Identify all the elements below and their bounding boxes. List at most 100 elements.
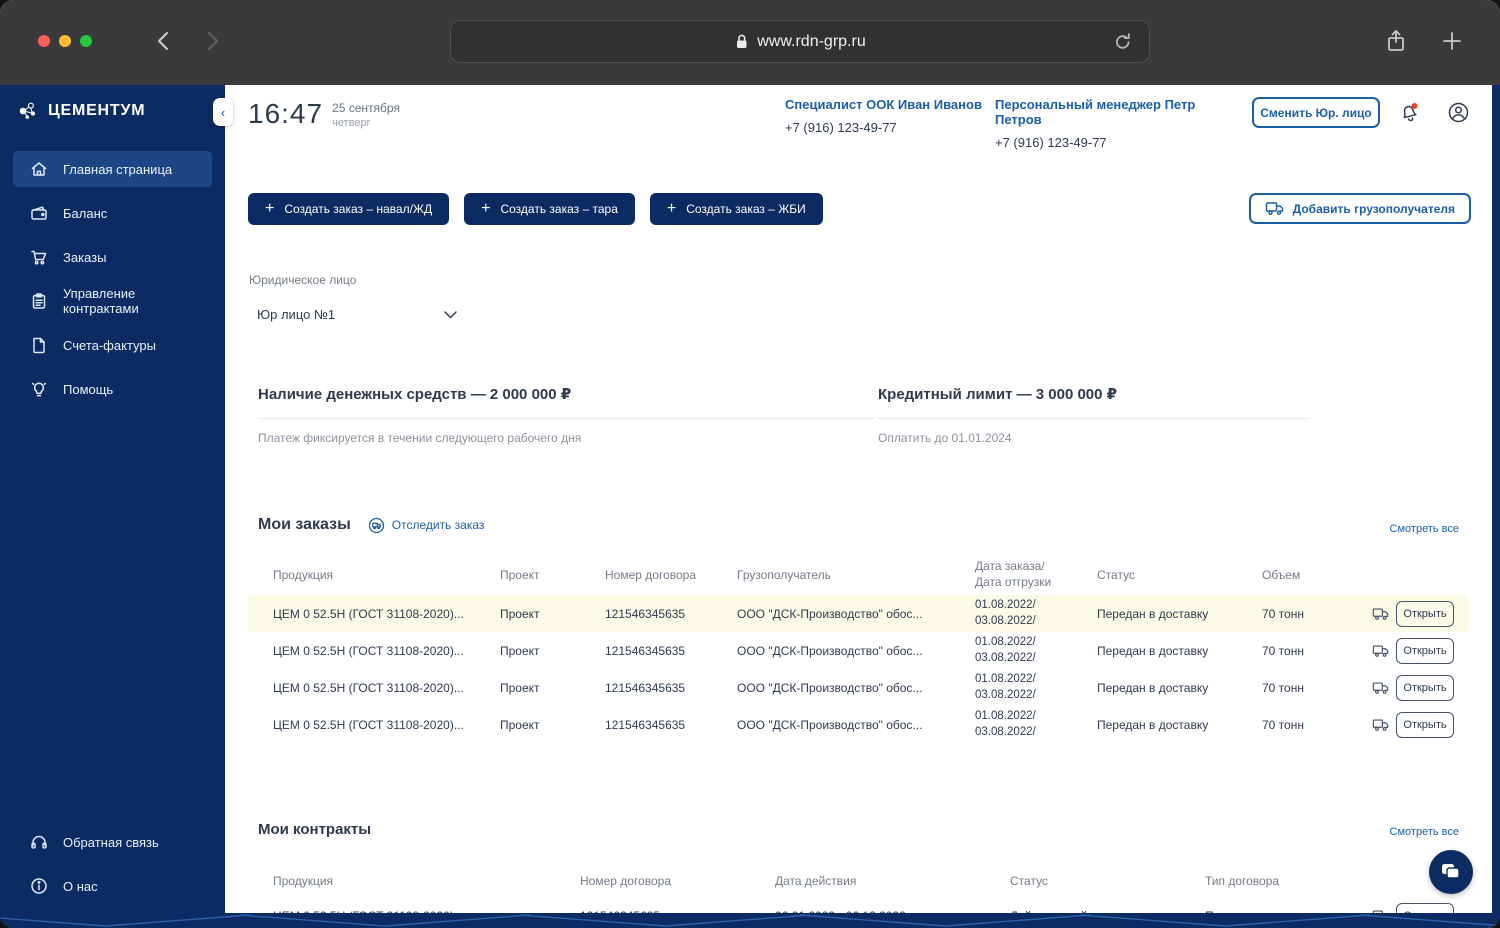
button-label: Создать заказ – тара (500, 202, 618, 216)
page: ЦЕМЕНТУМ ‹ Главная страница Баланс Заказ… (0, 85, 1500, 928)
sidebar-item-help[interactable]: Помощь (13, 371, 212, 407)
sidebar-collapse-button[interactable]: ‹ (213, 98, 233, 126)
order-row[interactable]: ЦЕМ 0 52.5Н (ГОСТ 31108-2020)... Проект … (248, 669, 1469, 706)
cell-consignee: ООО "ДСК-Производство" обос... (737, 680, 923, 695)
cell-product: ЦЕМ 0 52.5Н (ГОСТ 31108-2020)... (273, 717, 464, 732)
create-order-concrete-button[interactable]: + Создать заказ – ЖБИ (649, 193, 823, 225)
orders-table-header: Продукция Проект Номер договора Грузопол… (248, 555, 1469, 595)
legal-entity-label: Юридическое лицо (249, 273, 357, 287)
cell-dates: 01.08.2022/03.08.2022/ (975, 709, 1036, 738)
refresh-icon[interactable] (1111, 30, 1135, 59)
sidebar-item-balance[interactable]: Баланс (13, 195, 212, 231)
button-label: Создать заказ – ЖБИ (686, 202, 806, 216)
cell-consignee: ООО "ДСК-Производство" обос... (737, 717, 923, 732)
browser-window: www.rdn-grp.ru ЦЕМЕНТУМ ‹ Главная страни… (0, 0, 1500, 928)
new-tab-icon[interactable] (1440, 28, 1464, 59)
cell-consignee: ООО "ДСК-Производство" обос... (737, 606, 923, 621)
open-order-button[interactable]: Открыть (1396, 600, 1454, 627)
col-period: Дата действия (775, 874, 857, 888)
col-status: Статус (1097, 568, 1135, 582)
cell-project: Проект (500, 680, 540, 695)
close-window-button[interactable] (38, 35, 50, 47)
sidebar-item-orders[interactable]: Заказы (13, 239, 212, 275)
sidebar-item-contract-management[interactable]: Управление контрактами (13, 283, 212, 319)
open-order-button[interactable]: Открыть (1396, 711, 1454, 738)
share-icon[interactable] (1384, 28, 1408, 59)
orders-section-header: Мои заказы Отследить заказ (258, 516, 484, 534)
plus-icon: + (481, 199, 491, 217)
cell-volume: 70 тонн (1262, 680, 1304, 695)
notifications-bell-icon[interactable] (1397, 101, 1421, 125)
credit-title: Кредитный лимит — 3 000 000 ₽ (878, 386, 1118, 403)
cell-contract: 121546345635 (605, 680, 686, 695)
cell-project: Проект (500, 643, 540, 658)
date: 25 сентября (332, 101, 400, 115)
legal-entity-select[interactable]: Юр лицо №1 (257, 307, 457, 322)
track-order-link[interactable]: Отследить заказ (368, 517, 485, 534)
logo[interactable]: ЦЕМЕНТУМ (0, 85, 225, 121)
truck-icon[interactable] (1372, 643, 1390, 659)
url-bar[interactable]: www.rdn-grp.ru (450, 20, 1150, 63)
sidebar-item-invoices[interactable]: Счета-фактуры (13, 327, 212, 363)
truck-icon[interactable] (1372, 606, 1390, 622)
col-product: Продукция (273, 874, 334, 888)
chat-icon (1442, 864, 1460, 879)
open-order-button[interactable]: Открыть (1396, 674, 1454, 701)
add-consignee-button[interactable]: Добавить грузополучателя (1248, 193, 1471, 224)
contact-title: Специалист ООК Иван Иванов (785, 97, 982, 112)
create-order-bulk-rail-button[interactable]: + Создать заказ – навал/ЖД (248, 193, 450, 225)
legal-entity-block: Юридическое лицо Юр лицо №1 (249, 273, 457, 322)
truck-icon[interactable] (1372, 680, 1390, 696)
button-label: Добавить грузополучателя (1292, 201, 1455, 216)
sidebar-item-about[interactable]: О нас (13, 868, 212, 904)
contracts-table-header: Продукция Номер договора Дата действия С… (248, 861, 1469, 901)
cash-block: Наличие денежных средств — 2 000 000 ₽ П… (258, 385, 874, 445)
account-icon[interactable] (1446, 100, 1470, 124)
traffic-lights (38, 35, 92, 47)
clipboard-icon (32, 293, 46, 309)
clock: 16:47 25 сентября четверг (248, 98, 400, 130)
truck-icon[interactable] (1372, 717, 1390, 733)
order-row[interactable]: ЦЕМ 0 52.5Н (ГОСТ 31108-2020)... Проект … (248, 595, 1469, 632)
sidebar-item-home[interactable]: Главная страница (13, 151, 212, 187)
forward-icon[interactable] (200, 29, 224, 53)
track-order-icon (368, 517, 384, 533)
sidebar-item-label: Заказы (63, 249, 107, 265)
back-icon[interactable] (152, 29, 176, 53)
col-product: Продукция (273, 568, 334, 582)
orders-see-all-link[interactable]: Смотреть все (1390, 523, 1459, 535)
col-project: Проект (500, 568, 540, 582)
sidebar-item-label: Помощь (63, 381, 114, 397)
sidebar-item-feedback[interactable]: Обратная связь (13, 824, 212, 860)
col-consignee: Грузополучатель (737, 568, 831, 582)
col-date-ship: Дата отгрузки (975, 575, 1052, 589)
order-row[interactable]: ЦЕМ 0 52.5Н (ГОСТ 31108-2020)... Проект … (248, 706, 1469, 743)
open-order-button[interactable]: Открыть (1396, 637, 1454, 664)
contact-title: Персональный менеджер Петр Петров (995, 97, 1196, 127)
create-order-packaged-button[interactable]: + Создать заказ – тара (464, 193, 635, 225)
credit-block: Кредитный лимит — 3 000 000 ₽ Оплатить д… (878, 385, 1310, 445)
col-contract: Номер договора (605, 568, 696, 582)
cell-status: Передан в доставку (1097, 606, 1209, 621)
home-icon (31, 162, 47, 176)
cell-volume: 70 тонн (1262, 643, 1304, 658)
col-status: Статус (1010, 874, 1048, 888)
cell-product: ЦЕМ 0 52.5Н (ГОСТ 31108-2020)... (273, 643, 464, 658)
order-row[interactable]: ЦЕМ 0 52.5Н (ГОСТ 31108-2020)... Проект … (248, 632, 1469, 669)
chat-button[interactable] (1429, 850, 1473, 894)
contracts-see-all-link[interactable]: Смотреть все (1390, 826, 1459, 838)
cell-contract: 121546345635 (605, 717, 686, 732)
create-order-toolbar: + Создать заказ – навал/ЖД + Создать зак… (248, 193, 823, 225)
lightbulb-icon (31, 382, 47, 397)
url-text: www.rdn-grp.ru (757, 32, 866, 50)
change-entity-button[interactable]: Сменить Юр. лицо (1252, 97, 1380, 128)
cell-dates: 01.08.2022/03.08.2022/ (975, 635, 1036, 664)
track-order-label: Отследить заказ (391, 518, 485, 532)
truck-icon (1265, 202, 1283, 216)
minimize-window-button[interactable] (59, 35, 71, 47)
cell-contract: 121546345635 (605, 643, 686, 658)
zoom-window-button[interactable] (80, 35, 92, 47)
cell-status: Передан в доставку (1097, 643, 1209, 658)
cell-product: ЦЕМ 0 52.5Н (ГОСТ 31108-2020)... (273, 606, 464, 621)
plus-icon: + (265, 199, 275, 217)
